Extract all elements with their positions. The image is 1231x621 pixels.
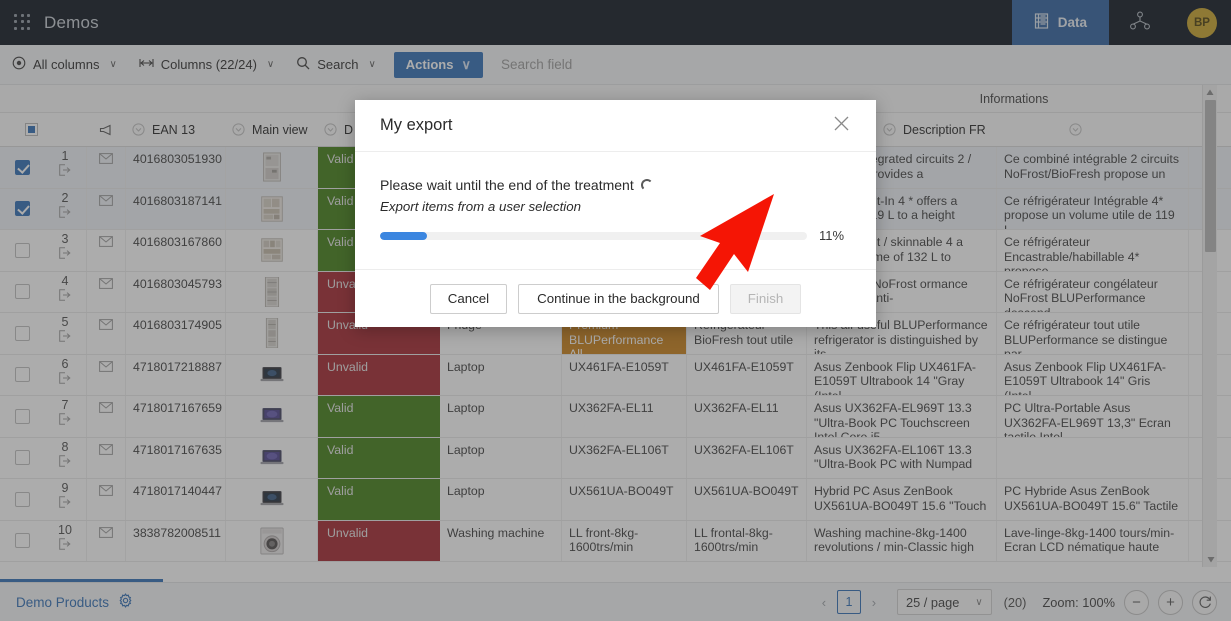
modal-header: My export (355, 100, 876, 152)
close-icon[interactable] (827, 111, 856, 140)
modal-footer: Cancel Continue in the background Finish (355, 269, 876, 327)
progress-bar-track (380, 231, 807, 240)
modal-title: My export (380, 116, 453, 134)
cancel-button[interactable]: Cancel (429, 283, 508, 314)
my-export-modal: My export Please wait until the end of t… (355, 100, 876, 327)
wait-message: Please wait until the end of the treatme… (380, 177, 634, 193)
progress-row: 11% (380, 228, 851, 243)
loading-spinner-icon (640, 179, 653, 191)
progress-bar-fill (380, 231, 427, 240)
export-sub-message: Export items from a user selection (380, 199, 582, 214)
app-root: Demos Data BP All columns ∨ Columns (22/… (0, 0, 1231, 621)
progress-percent-label: 11% (819, 228, 845, 243)
continue-in-background-button[interactable]: Continue in the background (518, 283, 719, 314)
finish-button: Finish (729, 283, 802, 314)
wait-message-row: Please wait until the end of the treatme… (380, 177, 851, 193)
modal-body: Please wait until the end of the treatme… (355, 152, 876, 269)
